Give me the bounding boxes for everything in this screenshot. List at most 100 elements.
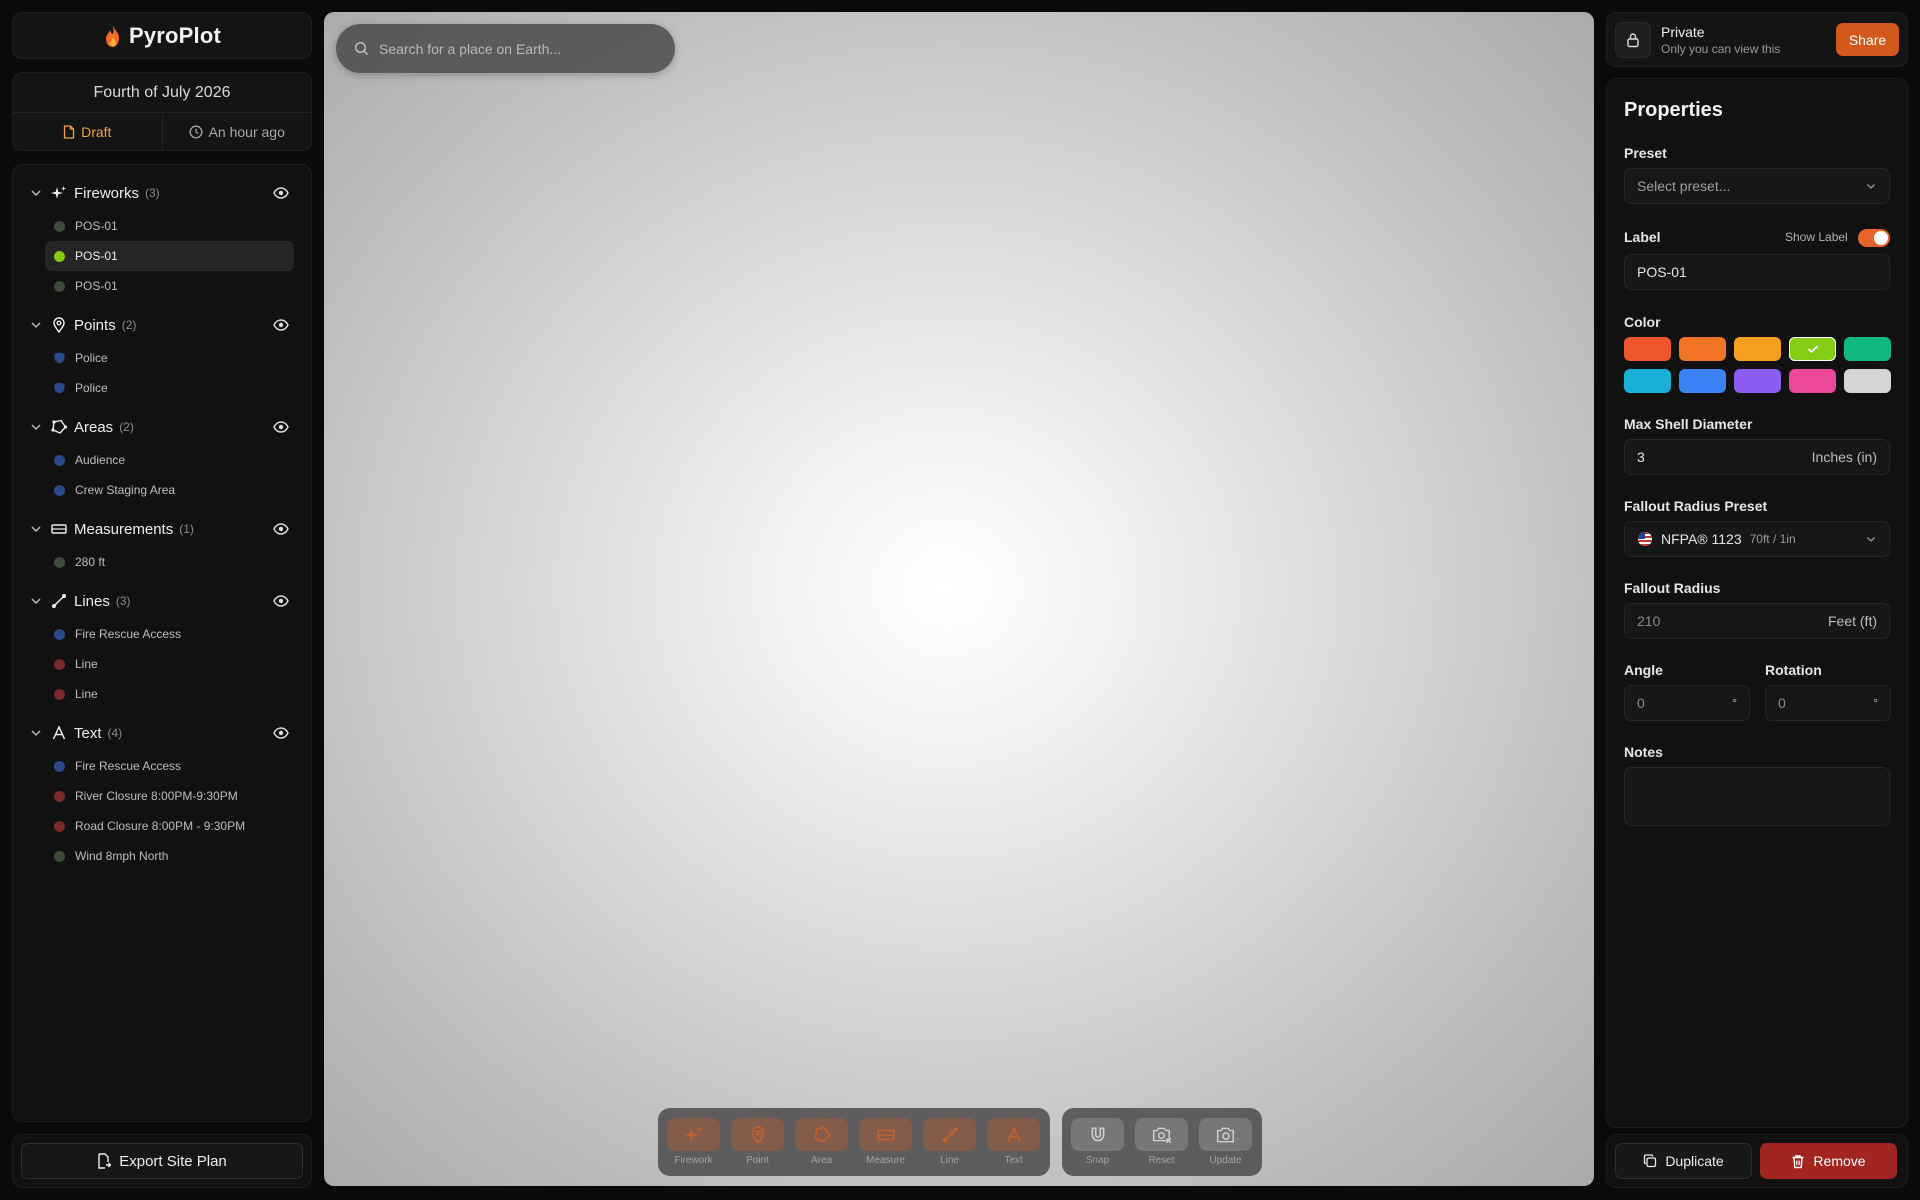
color-swatch-cyan[interactable] [1624,369,1671,393]
layer-item-selected[interactable]: POS-01 [45,241,294,271]
eye-icon[interactable] [273,318,289,332]
layer-group-fireworks[interactable]: Fireworks (3) [13,175,311,211]
polygon-icon [51,419,67,434]
line-icon [52,594,66,608]
chevron-down-icon[interactable] [29,594,43,608]
fallout-preset-value: NFPA® 1123 [1661,531,1742,547]
layer-item[interactable]: 280 ft [45,547,294,577]
eye-icon[interactable] [273,594,289,608]
item-dot [54,454,65,466]
search-icon [354,41,368,55]
draft-status[interactable]: Draft [13,113,162,151]
color-swatch-light-gray[interactable] [1844,369,1891,393]
group-name: Lines [74,592,110,610]
tool-label: Measure [866,1155,905,1166]
layer-item[interactable]: Police [45,373,294,403]
degree-symbol: ° [1732,696,1737,710]
preset-select[interactable]: Select preset... [1624,168,1890,204]
chevron-down-icon[interactable] [29,522,43,536]
layer-item[interactable]: POS-01 [45,211,294,241]
export-container: Export Site Plan [12,1134,312,1188]
fallout-preset-detail: 70ft / 1in [1749,532,1796,546]
map-canvas[interactable]: Firework Point Area Measure Line Text Sn… [324,12,1594,1186]
show-label-toggle[interactable] [1858,229,1890,247]
map-pin-icon [750,1125,765,1144]
tool-label: Reset [1148,1155,1175,1166]
layer-group-text[interactable]: Text (4) [13,715,311,751]
color-swatch-red[interactable] [1624,337,1671,361]
tool-reset[interactable]: Reset [1135,1118,1188,1166]
eye-icon[interactable] [273,420,289,434]
layer-item[interactable]: Line [45,649,294,679]
tool-point[interactable]: Point [731,1118,784,1166]
magnet-icon [1091,1126,1104,1141]
share-button[interactable]: Share [1836,23,1899,56]
tool-snap[interactable]: Snap [1071,1118,1124,1166]
camera-reset-icon [1152,1127,1171,1143]
chevron-down-icon[interactable] [29,318,43,332]
layer-group-measurements[interactable]: Measurements (1) [13,511,311,547]
eye-icon[interactable] [273,726,289,740]
text-icon [1006,1125,1021,1142]
group-name: Fireworks [74,184,140,202]
search-input[interactable] [379,40,639,57]
tool-firework[interactable]: Firework [667,1118,720,1166]
layer-item[interactable]: Fire Rescue Access [45,619,294,649]
last-saved: An hour ago [161,113,312,151]
privacy-title: Private [1661,23,1705,40]
color-swatch-pink[interactable] [1789,369,1836,393]
layer-item[interactable]: Road Closure 8:00PM - 9:30PM [45,811,294,841]
eye-icon[interactable] [273,522,289,536]
group-name: Areas [74,418,114,436]
tool-area[interactable]: Area [795,1118,848,1166]
angle-input[interactable]: 0 ° [1624,685,1750,721]
fallout-preset-label: Fallout Radius Preset [1624,498,1768,514]
project-title[interactable]: Fourth of July 2026 [13,73,311,113]
preset-label: Preset [1624,145,1667,161]
tool-line[interactable]: Line [923,1118,976,1166]
fallout-preset-select[interactable]: NFPA® 1123 70ft / 1in [1624,521,1890,557]
max-shell-input[interactable]: 3 Inches (in) [1624,439,1890,475]
chevron-down-icon[interactable] [29,420,43,434]
chevron-down-icon[interactable] [29,726,43,740]
color-swatch-orange[interactable] [1679,337,1726,361]
tool-update[interactable]: Update [1199,1118,1252,1166]
item-label: River Closure 8:00PM-9:30PM [75,789,238,803]
sparkles-icon [51,186,66,199]
item-label: Line [75,657,98,671]
tool-measure[interactable]: Measure [859,1118,912,1166]
eye-icon[interactable] [273,186,289,200]
layer-item[interactable]: Wind 8mph North [45,841,294,871]
fallout-radius-input[interactable]: 210 Feet (ft) [1624,603,1890,639]
label-label: Label [1624,229,1661,245]
notes-textarea[interactable] [1624,767,1890,826]
color-swatch-purple[interactable] [1734,369,1781,393]
chevron-down-icon[interactable] [29,186,43,200]
layer-item[interactable]: Fire Rescue Access [45,751,294,781]
color-swatch-blue[interactable] [1679,369,1726,393]
layer-item[interactable]: Line [45,679,294,709]
tool-label: Snap [1085,1155,1110,1166]
group-count: (3) [115,594,131,608]
layer-item[interactable]: Police [45,343,294,373]
map-search-bar[interactable] [336,24,675,73]
layer-item[interactable]: Audience [45,445,294,475]
layer-item[interactable]: POS-01 [45,271,294,301]
color-swatch-amber[interactable] [1734,337,1781,361]
rotation-label: Rotation [1765,662,1822,678]
layer-item[interactable]: Crew Staging Area [45,475,294,505]
color-swatch-lime-selected[interactable] [1789,337,1836,361]
remove-button[interactable]: Remove [1760,1143,1897,1179]
color-swatch-green[interactable] [1844,337,1891,361]
layer-item[interactable]: River Closure 8:00PM-9:30PM [45,781,294,811]
export-site-plan-button[interactable]: Export Site Plan [21,1143,303,1179]
lock-button[interactable] [1615,21,1651,58]
layer-group-lines[interactable]: Lines (3) [13,583,311,619]
label-input[interactable]: POS-01 [1624,254,1890,290]
item-label: POS-01 [75,219,118,233]
layer-group-points[interactable]: Points (2) [13,307,311,343]
duplicate-button[interactable]: Duplicate [1615,1143,1752,1179]
layer-group-areas[interactable]: Areas (2) [13,409,311,445]
rotation-input[interactable]: 0 ° [1765,685,1891,721]
tool-text[interactable]: Text [987,1118,1040,1166]
